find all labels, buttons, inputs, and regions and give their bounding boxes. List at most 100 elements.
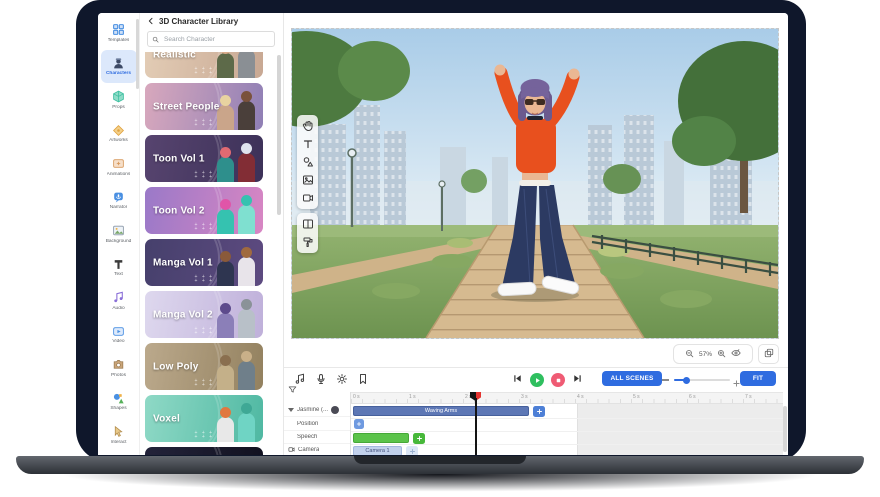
sidebar-item-label: Shapes — [110, 406, 126, 411]
sidebar-item-artworks[interactable]: Artworks — [101, 117, 137, 151]
sidebar: Templates Characters Props Artworks Anim… — [98, 13, 140, 455]
interact-icon — [112, 425, 125, 438]
filter-icon[interactable] — [288, 381, 297, 399]
paint-roller-icon[interactable] — [302, 236, 314, 248]
camera-block[interactable]: Camera 1 — [353, 446, 402, 455]
animation-block[interactable]: Waving Arms — [353, 406, 529, 416]
panel-scrollbar[interactable] — [277, 55, 281, 215]
text-tool-icon[interactable] — [302, 138, 314, 150]
track-camera[interactable]: Camera — [284, 444, 350, 455]
layout-split-icon[interactable] — [302, 218, 314, 230]
sidebar-item-label: Audio — [112, 306, 124, 311]
background-icon — [112, 224, 125, 237]
sidebar-item-props[interactable]: Props — [101, 83, 137, 117]
sidebar-item-text[interactable]: Text — [101, 251, 137, 285]
search-box[interactable] — [147, 31, 275, 47]
sidebar-item-characters[interactable]: Characters — [101, 50, 137, 84]
sidebar-item-animations[interactable]: Animations — [101, 150, 137, 184]
narrator-icon — [112, 191, 125, 204]
timeline-tracks[interactable]: Waving Arms Camera 1 — [351, 404, 783, 455]
speech-block[interactable] — [353, 433, 409, 443]
card-next[interactable] — [145, 447, 263, 455]
add-camera-button[interactable] — [406, 446, 418, 455]
shapes-tool-icon[interactable] — [302, 156, 314, 168]
card-realistic[interactable]: Realistic — [145, 52, 263, 78]
card-low-poly[interactable]: Low Poly — [145, 343, 263, 390]
timeline-scrollbar[interactable] — [783, 406, 787, 452]
audio-icon — [112, 291, 125, 304]
zoom-out-icon[interactable] — [685, 345, 694, 363]
sidebar-item-photos[interactable]: Photos — [101, 351, 137, 385]
card-street-people[interactable]: Street People — [145, 83, 263, 130]
hand-tool-icon[interactable] — [302, 120, 314, 132]
stop-button[interactable] — [551, 373, 565, 387]
sidebar-item-label: Artworks — [109, 138, 128, 143]
timeline-toolbar: ALL SCENES FIT — [284, 368, 788, 391]
timeline-zoom-slider[interactable] — [674, 379, 730, 381]
slider-handle[interactable] — [683, 377, 690, 384]
sidebar-item-narrator[interactable]: Narrator — [101, 184, 137, 218]
card-decoration — [195, 119, 214, 127]
skip-start-icon[interactable] — [512, 371, 523, 389]
sidebar-scrollbar[interactable] — [136, 19, 139, 89]
laptop-base — [16, 456, 864, 474]
canvas-size-button[interactable] — [758, 344, 779, 364]
add-position-button[interactable] — [354, 419, 364, 429]
all-scenes-button[interactable]: ALL SCENES — [602, 371, 662, 386]
playhead-line[interactable] — [475, 398, 477, 455]
back-chevron-icon[interactable] — [147, 17, 155, 27]
video-tool-icon[interactable] — [302, 192, 314, 204]
card-voxel[interactable]: Voxel — [145, 395, 263, 442]
characters-icon — [112, 57, 125, 70]
track-character[interactable]: Jasmine (... — [284, 404, 350, 417]
card-manga-vol-1[interactable]: Manga Vol 1 — [145, 239, 263, 286]
skip-end-icon[interactable] — [572, 371, 583, 389]
sidebar-item-interact[interactable]: Interact — [101, 418, 137, 452]
canvas-toolbar — [297, 115, 318, 209]
card-toon-vol-2[interactable]: Toon Vol 2 — [145, 187, 263, 234]
timeline-zoom-out[interactable] — [662, 379, 669, 381]
sidebar-item-templates[interactable]: Templates — [101, 16, 137, 50]
copy-squares-icon — [764, 345, 774, 363]
sidebar-item-label: Narrator — [110, 205, 128, 210]
scene-canvas[interactable] — [291, 28, 779, 339]
track-position[interactable]: Position — [284, 418, 350, 431]
camera-icon — [288, 446, 295, 455]
preview-toggle-icon[interactable] — [731, 345, 741, 363]
track-speech[interactable]: Speech — [284, 431, 350, 444]
props-icon — [112, 90, 125, 103]
fit-button[interactable]: FIT — [740, 371, 776, 386]
zoom-controls: 57% — [673, 344, 753, 364]
add-speech-button[interactable] — [413, 433, 425, 444]
canvas-toolbar-secondary — [297, 213, 318, 253]
sidebar-item-label: Characters — [106, 71, 131, 76]
image-tool-icon[interactable] — [302, 174, 314, 186]
text-icon — [112, 258, 125, 271]
chevron-down-icon[interactable] — [288, 408, 294, 412]
card-decoration — [195, 171, 214, 179]
card-manga-vol-2[interactable]: Manga Vol 2 — [145, 291, 263, 338]
laptop-mockup: Templates Characters Props Artworks Anim… — [0, 0, 880, 497]
timeline-ruler[interactable]: 0 s 1 s 2 s 3 s 4 s 5 s 6 s 7 s — [351, 392, 783, 404]
timeline: ALL SCENES FIT 0 s 1 s 2 s 3 s — [284, 367, 788, 455]
card-decoration — [195, 327, 214, 335]
effects-icon[interactable] — [336, 372, 348, 390]
play-button[interactable] — [530, 373, 544, 387]
add-animation-button[interactable] — [533, 406, 545, 417]
sidebar-item-video[interactable]: Video — [101, 318, 137, 352]
bookmark-icon[interactable] — [357, 372, 369, 390]
microphone-icon[interactable] — [315, 372, 327, 390]
video-icon — [112, 325, 125, 338]
search-input[interactable] — [162, 35, 270, 44]
sidebar-item-label: Background — [106, 239, 132, 244]
card-toon-vol-1[interactable]: Toon Vol 1 — [145, 135, 263, 182]
photos-icon — [112, 358, 125, 371]
sidebar-item-background[interactable]: Background — [101, 217, 137, 251]
app-window: Templates Characters Props Artworks Anim… — [98, 13, 788, 455]
sidebar-item-shapes[interactable]: Shapes — [101, 385, 137, 419]
card-decoration — [195, 379, 214, 387]
sidebar-item-audio[interactable]: Audio — [101, 284, 137, 318]
zoom-in-icon[interactable] — [717, 345, 726, 363]
transport-controls — [512, 371, 583, 389]
laptop-notch — [354, 456, 526, 464]
